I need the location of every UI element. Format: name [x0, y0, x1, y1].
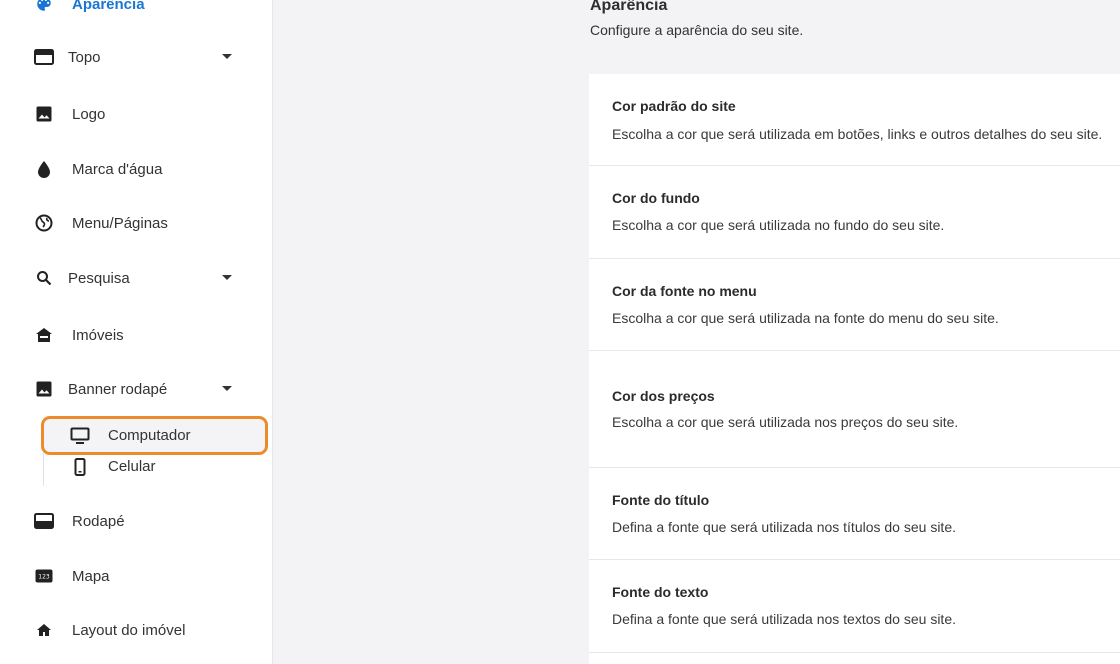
- sidebar-item-banner-rodape[interactable]: Banner rodapé: [0, 369, 273, 409]
- setting-card-title: Fonte do texto: [612, 584, 709, 600]
- sidebar-item-label: Aparência: [72, 0, 145, 13]
- globe-icon: [34, 213, 54, 233]
- setting-card-fonte-texto[interactable]: Fonte do texto Defina a fonte que será u…: [589, 560, 1120, 653]
- sidebar-item-label: Marca d'água: [72, 160, 163, 178]
- page-subtitle: Configure a aparência do seu site.: [590, 22, 804, 38]
- setting-card-description: Escolha a cor que será utilizada em botõ…: [612, 126, 1103, 142]
- setting-card-next[interactable]: [589, 653, 1120, 664]
- setting-card-title: Cor do fundo: [612, 190, 700, 206]
- sidebar-item-label: Menu/Páginas: [72, 214, 168, 232]
- setting-card-title: Cor padrão do site: [612, 98, 736, 114]
- sidebar-item-aparencia[interactable]: Aparência: [0, 0, 273, 24]
- sidebar-item-label: Logo: [72, 105, 106, 123]
- sidebar-item-logo[interactable]: Logo: [0, 94, 273, 134]
- sidebar-item-label: Mapa: [72, 567, 110, 585]
- setting-card-description: Escolha a cor que será utilizada nos pre…: [612, 414, 959, 430]
- search-icon: [34, 268, 54, 288]
- house-icon: [34, 325, 54, 345]
- setting-card-description: Defina a fonte que será utilizada nos te…: [612, 611, 956, 627]
- sidebar-item-mapa[interactable]: 123 Mapa: [0, 556, 273, 596]
- chevron-down-icon[interactable]: [220, 382, 234, 396]
- setting-card-cor-precos[interactable]: Cor dos preços Escolha a cor que será ut…: [589, 351, 1120, 468]
- image-icon: [34, 104, 54, 124]
- setting-card-title: Cor da fonte no menu: [612, 283, 757, 299]
- sidebar: Aparência Topo Logo Marca d'água Menu/Pá…: [0, 0, 273, 664]
- setting-card-description: Escolha a cor que será utilizada na font…: [612, 310, 999, 326]
- sidebar-item-label: Rodapé: [72, 512, 125, 530]
- sidebar-subitem-label: Celular: [108, 458, 156, 475]
- setting-card-cor-fundo[interactable]: Cor do fundo Escolha a cor que será util…: [589, 166, 1120, 259]
- sidebar-item-label: Layout do imóvel: [72, 621, 186, 639]
- setting-card-title: Fonte do título: [612, 492, 710, 508]
- sidebar-subitem-computador[interactable]: Computador: [44, 419, 266, 452]
- chevron-down-icon[interactable]: [220, 271, 234, 285]
- header-icon: [34, 47, 54, 67]
- sidebar-item-layout-imovel[interactable]: Layout do imóvel: [0, 610, 273, 650]
- chevron-down-icon[interactable]: [220, 50, 234, 64]
- sidebar-item-imoveis[interactable]: Imóveis: [0, 315, 273, 355]
- sidebar-subitem-label: Computador: [108, 427, 191, 444]
- sidebar-item-rodape[interactable]: Rodapé: [0, 501, 273, 541]
- palette-icon: [34, 0, 54, 14]
- sidebar-item-label: Pesquisa: [68, 269, 130, 287]
- sidebar-item-pesquisa[interactable]: Pesquisa: [0, 258, 273, 298]
- desktop-icon: [70, 426, 90, 446]
- sidebar-item-topo[interactable]: Topo: [0, 37, 273, 77]
- mobile-icon: [70, 457, 90, 477]
- setting-card-title: Cor dos preços: [612, 388, 715, 404]
- setting-card-cor-padrao[interactable]: Cor padrão do site Escolha a cor que ser…: [589, 74, 1120, 166]
- sidebar-item-menu-paginas[interactable]: Menu/Páginas: [0, 203, 273, 243]
- sidebar-item-label: Topo: [68, 48, 101, 66]
- map-123-icon: 123: [34, 566, 54, 586]
- svg-text:123: 123: [38, 574, 50, 581]
- sidebar-subitem-celular[interactable]: Celular: [44, 450, 266, 483]
- sidebar-item-marca-dagua[interactable]: Marca d'água: [0, 149, 273, 189]
- home-icon: [34, 620, 54, 640]
- setting-card-description: Defina a fonte que será utilizada nos tí…: [612, 519, 956, 535]
- page-title: Aparência: [590, 0, 668, 14]
- setting-card-fonte-titulo[interactable]: Fonte do título Defina a fonte que será …: [589, 468, 1120, 560]
- setting-card-cor-fonte-menu[interactable]: Cor da fonte no menu Escolha a cor que s…: [589, 259, 1120, 351]
- sidebar-item-label: Banner rodapé: [68, 380, 168, 398]
- footer-icon: [34, 511, 54, 531]
- setting-card-description: Escolha a cor que será utilizada no fund…: [612, 217, 945, 233]
- image-icon: [34, 379, 54, 399]
- sidebar-item-label: Imóveis: [72, 326, 124, 344]
- water-drop-icon: [34, 159, 54, 179]
